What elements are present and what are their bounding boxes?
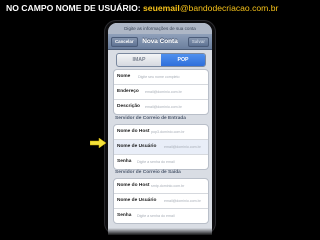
account-type-segmented-control: IMAP POP (116, 53, 206, 67)
incoming-host-field[interactable]: Nome do Host pop3.dominio.com.br (114, 125, 208, 140)
outgoing-host-field[interactable]: Nome do Host smtp.dominio.com.br (114, 179, 208, 194)
outgoing-server-header: Servidor de Correio de Saída (115, 170, 181, 175)
segment-imap[interactable]: IMAP (117, 54, 161, 66)
outgoing-password-field[interactable]: Senha Digite a senha do email (114, 209, 208, 223)
name-field[interactable]: Nome Digite seu nome completo (114, 70, 208, 85)
navigation-bar: Cancelar Nova Conta Salvar (108, 34, 212, 50)
save-button[interactable]: Salvar (187, 37, 209, 47)
phone-screen: Digite as informações de sua conta Cance… (108, 23, 212, 235)
field-placeholder: email@dominio.com.br (164, 199, 201, 203)
field-label: Nome (117, 74, 131, 79)
account-info-group: Nome Digite seu nome completo Endereço e… (113, 69, 209, 115)
field-label: Nome de Usuário (117, 144, 157, 149)
field-label: Nome de Usuário (117, 198, 157, 203)
field-label: Nome do Host (117, 183, 150, 188)
field-placeholder: Digite a senha do email (137, 160, 175, 164)
incoming-server-header: Servidor de Correio de Entrada (115, 116, 186, 121)
address-field[interactable]: Endereço email@dominio.com.br (114, 85, 208, 100)
field-label: Descrição (117, 104, 140, 109)
segment-pop[interactable]: POP (161, 54, 205, 66)
field-placeholder: email@dominio.com.br (145, 90, 182, 94)
description-field[interactable]: Descrição email@dominio.com.br (114, 100, 208, 114)
instruction-caption: NO CAMPO NOME DE USUÁRIO: seuemail@bando… (6, 3, 318, 13)
field-placeholder: pop3.dominio.com.br (151, 130, 185, 134)
field-label: Senha (117, 159, 132, 164)
field-placeholder: smtp.dominio.com.br (151, 184, 185, 188)
incoming-server-group: Nome do Host pop3.dominio.com.br Nome de… (113, 124, 209, 170)
caption-email-user: seuemail (143, 3, 180, 13)
field-label: Endereço (117, 89, 139, 94)
field-placeholder: email@dominio.com.br (164, 145, 201, 149)
field-label: Nome do Host (117, 129, 150, 134)
field-placeholder: Digite a senha do email (137, 214, 175, 218)
caption-email-domain: @bandodecriacao.com.br (179, 3, 279, 13)
screen-bottom-fade (108, 228, 212, 235)
field-placeholder: email@dominio.com.br (145, 105, 182, 109)
outgoing-username-field[interactable]: Nome de Usuário email@dominio.com.br (114, 194, 208, 209)
pointer-arrow-icon (90, 138, 106, 148)
field-placeholder: Digite seu nome completo (138, 75, 180, 79)
incoming-password-field[interactable]: Senha Digite a senha do email (114, 155, 208, 169)
incoming-username-field[interactable]: Nome de Usuário email@dominio.com.br (114, 140, 208, 155)
outgoing-server-group: Nome do Host smtp.dominio.com.br Nome de… (113, 178, 209, 224)
field-label: Senha (117, 213, 132, 218)
caption-prefix: NO CAMPO NOME DE USUÁRIO: (6, 3, 144, 13)
account-prompt: Digite as informações de sua conta (108, 23, 212, 34)
